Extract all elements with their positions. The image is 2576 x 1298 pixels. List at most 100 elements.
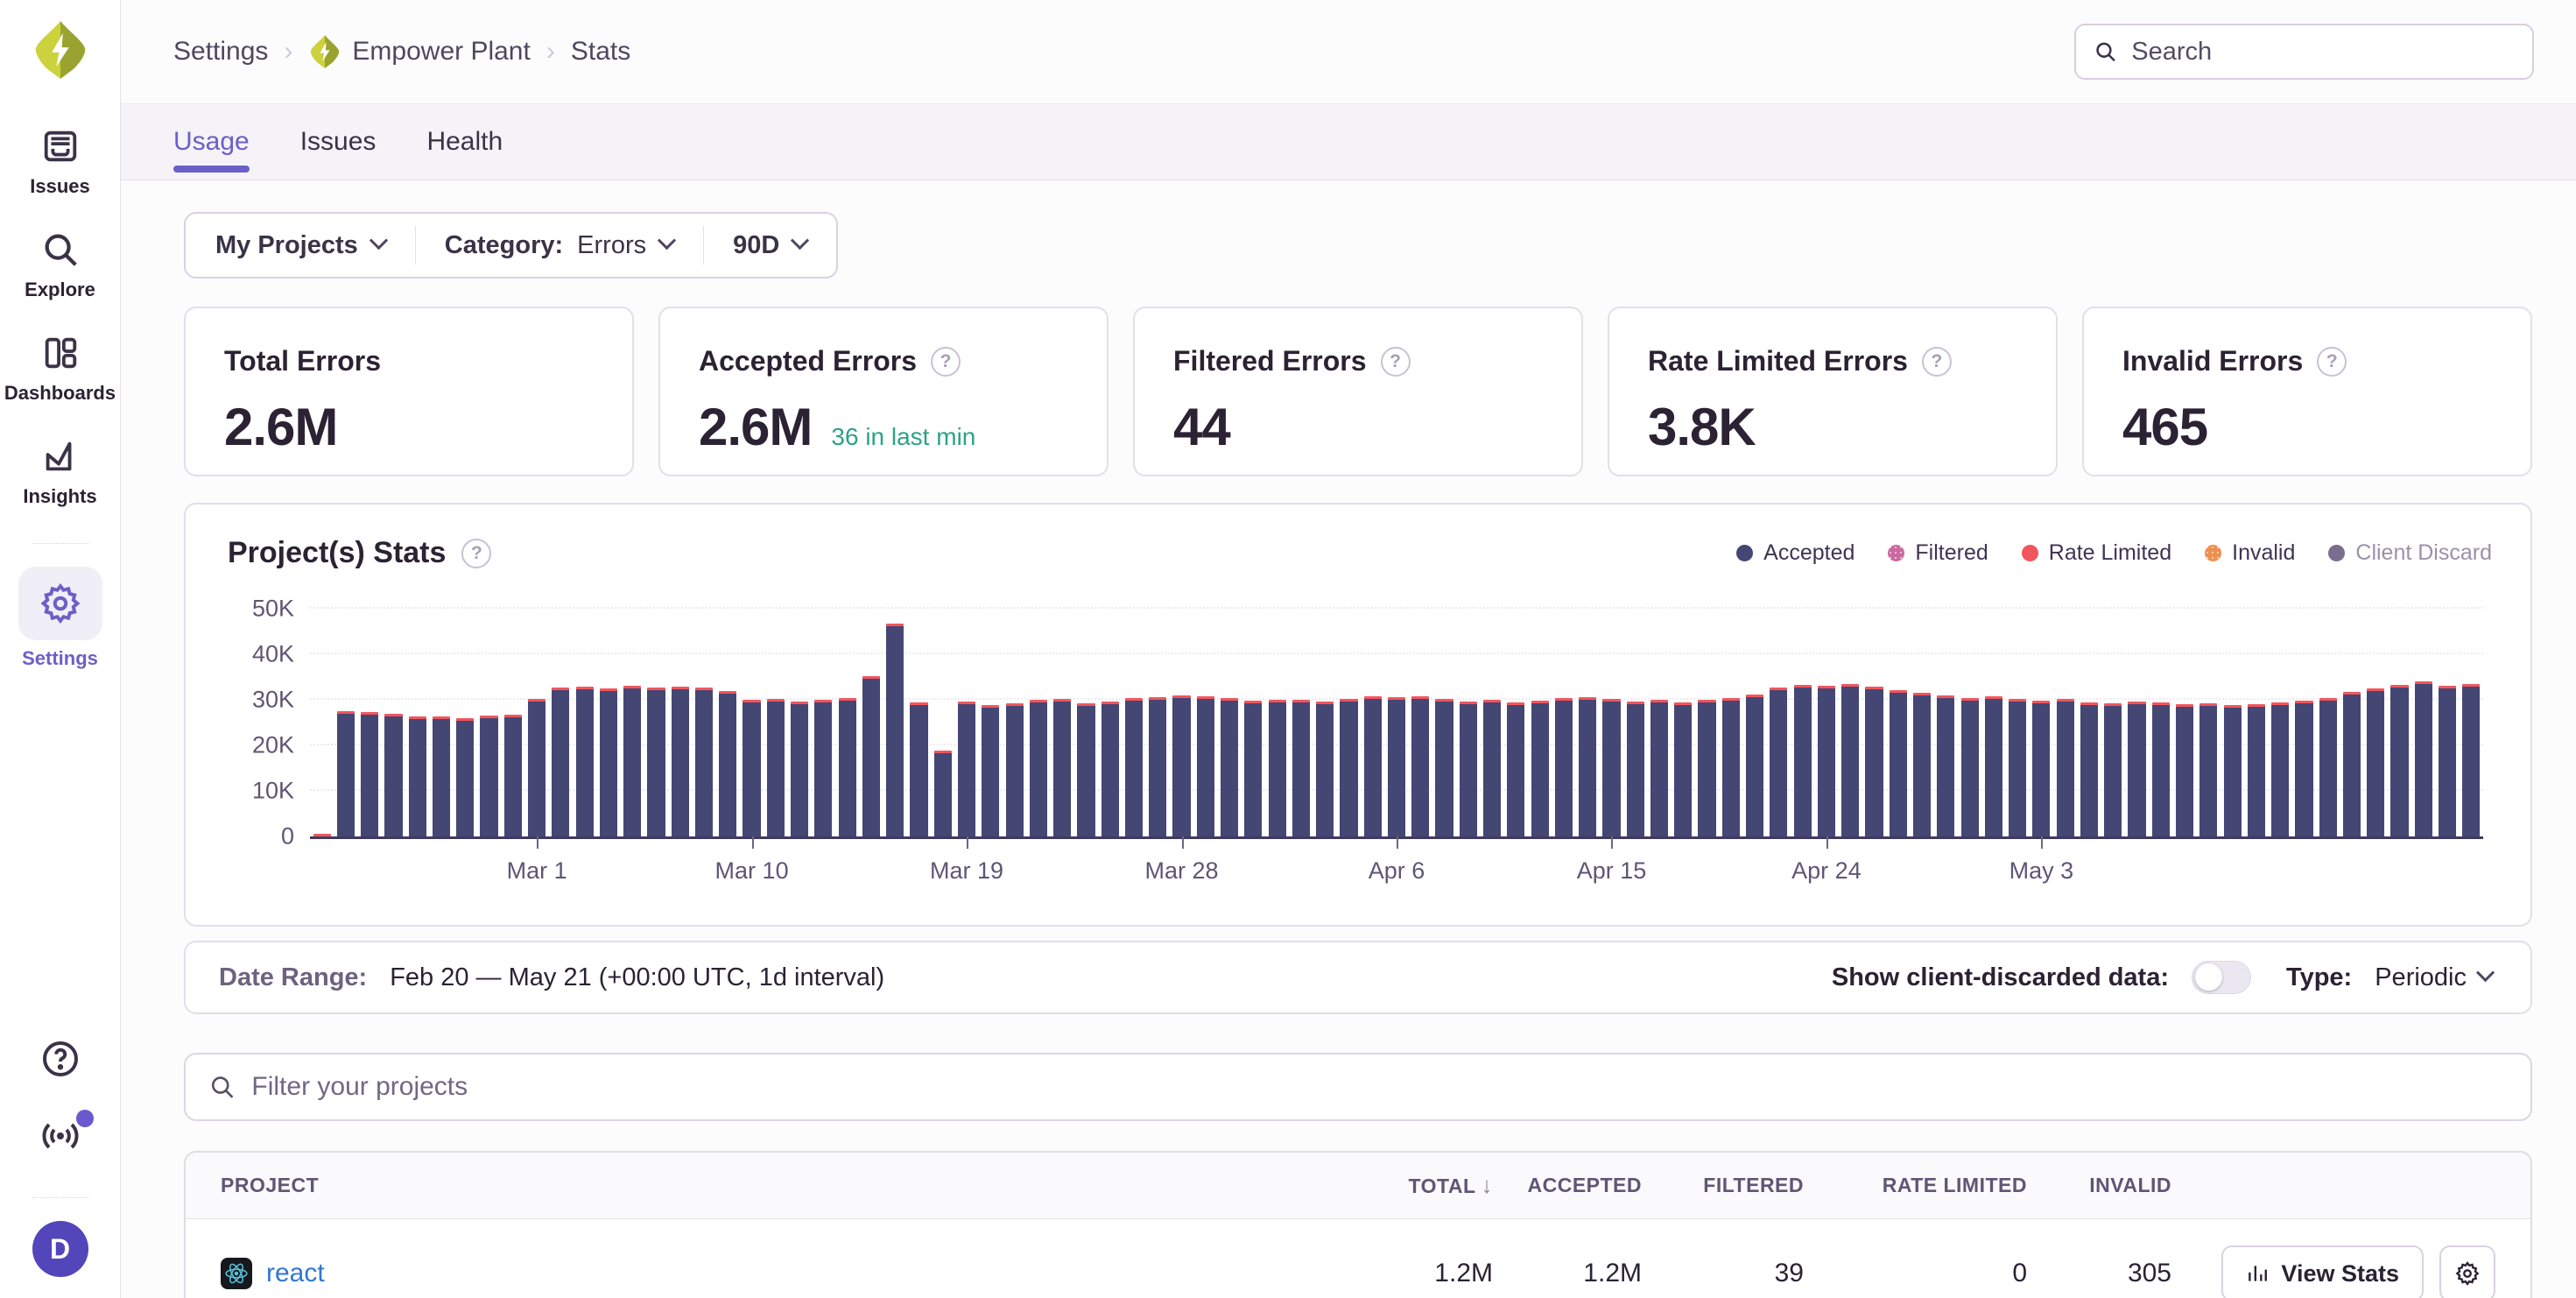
global-search-input[interactable] — [2131, 38, 2515, 67]
help-icon — [39, 1038, 81, 1080]
stacked-bar-feb-27 — [480, 716, 497, 836]
legend-dot — [1888, 545, 1904, 561]
x-axis-tick — [1397, 836, 1398, 849]
x-axis-tick-label: Mar 19 — [930, 857, 1003, 885]
client-discard-toggle[interactable] — [2192, 961, 2251, 994]
broadcast-icon — [38, 1118, 83, 1153]
legend-item-invalid[interactable]: Invalid — [2205, 540, 2295, 566]
x-axis-tick-label: Apr 24 — [1791, 857, 1862, 885]
period-value: 90D — [733, 231, 779, 260]
gridline — [310, 607, 2483, 609]
global-search[interactable] — [2074, 24, 2534, 80]
tab-health[interactable]: Health — [426, 104, 503, 180]
date-range-label: Date Range: — [219, 963, 367, 992]
breadcrumb-separator-icon: › — [284, 37, 292, 67]
tab-usage[interactable]: Usage — [173, 104, 250, 180]
notification-dot — [76, 1110, 94, 1127]
stacked-bar-may-10 — [2199, 703, 2217, 836]
card-title: Invalid Errors — [2122, 345, 2303, 377]
type-value: Periodic — [2375, 963, 2467, 992]
stacked-bar-mar-7 — [672, 687, 689, 836]
sentry-org-logo-icon[interactable] — [32, 19, 89, 81]
project-stats-chart-card: Project(s) Stats ? Accepted Filtered Rate … — [184, 503, 2532, 927]
sidebar-nav: Issues Explore Dashboards Insights — [0, 124, 120, 700]
help-tooltip-icon[interactable]: ? — [461, 539, 491, 568]
legend-item-client-discard[interactable]: Client Discard — [2328, 540, 2492, 566]
sort-desc-icon: ↓ — [1482, 1172, 1494, 1198]
sidebar-item-label: Insights — [23, 485, 96, 508]
category-selector[interactable]: Category: Errors — [415, 214, 703, 277]
gear-icon — [2454, 1260, 2481, 1287]
column-rate-limited[interactable]: RATE LIMITED — [1804, 1174, 2027, 1197]
sidebar-item-issues[interactable]: Issues — [9, 124, 112, 198]
stacked-bar-apr-5 — [1364, 696, 1382, 836]
period-selector[interactable]: 90D — [703, 214, 836, 277]
y-axis-tick-label: 30K — [252, 687, 294, 714]
sidebar-item-dashboards[interactable]: Dashboards — [9, 331, 112, 405]
stacked-bar-feb-26 — [456, 718, 474, 836]
type-selector[interactable]: Periodic — [2375, 963, 2492, 992]
project-settings-button[interactable] — [2439, 1245, 2495, 1298]
stacked-bar-may-12 — [2248, 704, 2265, 836]
tab-issues[interactable]: Issues — [300, 104, 377, 180]
stacked-bar-may-11 — [2224, 705, 2242, 836]
help-button[interactable] — [39, 1038, 81, 1080]
whats-new-button[interactable] — [38, 1118, 83, 1153]
project-filter-input[interactable] — [251, 1072, 2508, 1102]
chart-title: Project(s) Stats — [228, 536, 446, 570]
column-filtered[interactable]: FILTERED — [1642, 1174, 1804, 1197]
column-total-sorted[interactable]: TOTAL↓ — [1318, 1172, 1493, 1199]
react-platform-icon — [221, 1258, 252, 1289]
legend-item-rate-limited[interactable]: Rate Limited — [2022, 540, 2171, 566]
card-value: 44 — [1173, 397, 1230, 457]
stacked-bar-mar-21 — [1006, 703, 1024, 836]
tab-bar: Usage Issues Health — [121, 103, 2576, 180]
help-tooltip-icon[interactable]: ? — [931, 347, 961, 377]
stacked-bar-mar-5 — [623, 686, 641, 836]
stacked-bar-apr-28 — [1913, 693, 1931, 836]
search-icon — [208, 1073, 236, 1101]
column-invalid[interactable]: INVALID — [2027, 1174, 2171, 1197]
project-filter-search[interactable] — [184, 1053, 2532, 1121]
cell-accepted: 1.2M — [1493, 1259, 1642, 1288]
legend-label: Invalid — [2232, 540, 2295, 566]
x-axis-tick-label: May 3 — [2009, 857, 2074, 885]
breadcrumb-settings[interactable]: Settings — [173, 37, 268, 67]
cell-filtered: 39 — [1642, 1259, 1804, 1288]
chart-plot[interactable]: 010K20K30K40K50KMar 1Mar 10Mar 19Mar 28A… — [310, 609, 2483, 839]
x-axis-tick — [1182, 836, 1184, 849]
stacked-bar-apr-18 — [1674, 702, 1692, 836]
project-selector-label: My Projects — [215, 231, 358, 260]
stacked-bar-apr-29 — [1937, 695, 1954, 836]
stacked-bar-may-6 — [2104, 703, 2122, 836]
stacked-bar-apr-10 — [1483, 700, 1501, 836]
breadcrumb-project[interactable]: Empower Plant — [308, 34, 530, 69]
card-invalid-errors: Invalid Errors ? 465 — [2082, 307, 2532, 476]
stacked-bar-apr-3 — [1316, 702, 1334, 836]
sidebar-item-insights[interactable]: Insights — [9, 434, 112, 508]
stacked-bar-mar-15 — [862, 676, 880, 836]
legend-item-filtered[interactable]: Filtered — [1888, 540, 1988, 566]
help-tooltip-icon[interactable]: ? — [1922, 347, 1952, 377]
stacked-bar-may-2 — [2009, 699, 2026, 836]
category-label: Category: — [445, 231, 563, 260]
sidebar-item-settings[interactable]: Settings — [9, 567, 112, 670]
help-tooltip-icon[interactable]: ? — [1381, 347, 1411, 377]
legend-item-accepted[interactable]: Accepted — [1736, 540, 1855, 566]
user-avatar[interactable]: D — [32, 1221, 88, 1277]
row-actions: View Stats — [2171, 1245, 2495, 1298]
column-accepted[interactable]: ACCEPTED — [1493, 1174, 1642, 1197]
project-link[interactable]: react — [266, 1259, 325, 1288]
card-value: 465 — [2122, 397, 2207, 457]
sidebar-item-explore[interactable]: Explore — [9, 228, 112, 301]
y-axis-tick-label: 20K — [252, 732, 294, 759]
column-project[interactable]: PROJECT — [221, 1174, 1318, 1197]
project-selector[interactable]: My Projects — [186, 214, 415, 277]
card-title: Filtered Errors — [1173, 345, 1367, 377]
help-tooltip-icon[interactable]: ? — [2317, 347, 2347, 377]
view-stats-button[interactable]: View Stats — [2221, 1245, 2424, 1298]
date-range-value: Feb 20 — May 21 (+00:00 UTC, 1d interval… — [390, 963, 884, 992]
stacked-bar-apr-19 — [1698, 700, 1715, 836]
stacked-bar-feb-28 — [504, 715, 522, 836]
x-axis-tick-label: Mar 28 — [1144, 857, 1218, 885]
